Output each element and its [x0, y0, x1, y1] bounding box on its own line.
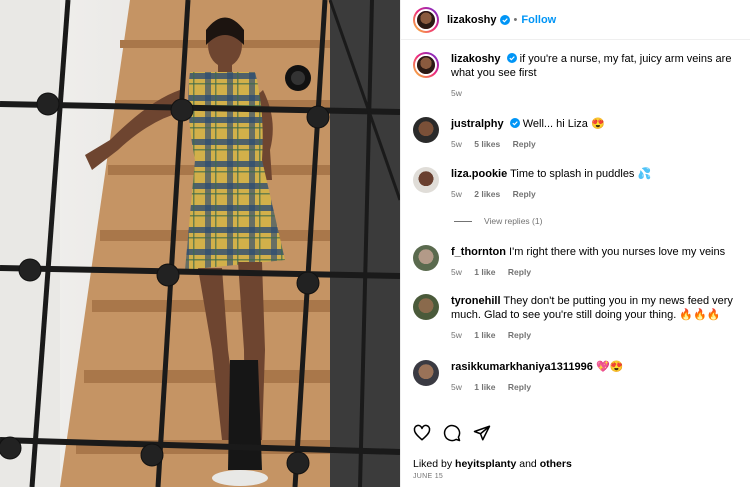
- avatar[interactable]: [413, 52, 439, 78]
- comment-likes[interactable]: 5 likes: [474, 139, 500, 149]
- verified-badge-icon: [506, 53, 517, 63]
- comment-time[interactable]: 5w: [451, 139, 462, 149]
- likes-summary: Liked by heyitsplanty and others: [413, 458, 572, 470]
- comment-username[interactable]: tyronehill: [451, 295, 501, 307]
- photo-illustration: [0, 0, 400, 487]
- liked-and: and: [519, 458, 537, 470]
- post-header: lizakoshy • Follow: [401, 0, 750, 40]
- heart-icon[interactable]: [413, 424, 431, 442]
- comment-likes[interactable]: 2 likes: [474, 189, 500, 199]
- caption: lizakoshy if you're a nurse, my fat, jui…: [413, 52, 736, 100]
- comment-item: justralphy Well... hi Liza 😍 5w 5 likes …: [413, 117, 736, 151]
- action-bar: [413, 424, 491, 442]
- reply-button[interactable]: Reply: [508, 267, 531, 277]
- avatar[interactable]: [413, 294, 439, 320]
- avatar[interactable]: [413, 117, 439, 143]
- reply-button[interactable]: Reply: [513, 139, 536, 149]
- comment-username[interactable]: justralphy: [451, 118, 504, 130]
- avatar[interactable]: [413, 6, 439, 33]
- post-date[interactable]: JUNE 15: [413, 473, 443, 480]
- comments-panel: lizakoshy • Follow lizakoshy if you're a…: [400, 0, 750, 487]
- comment-likes[interactable]: 1 like: [474, 330, 495, 340]
- view-replies-button[interactable]: View replies (1): [454, 216, 542, 226]
- comment-bubble-icon[interactable]: [443, 424, 461, 442]
- liked-user[interactable]: heyitsplanty: [455, 458, 516, 470]
- comment-time[interactable]: 5w: [451, 382, 462, 392]
- comment-item: f_thornton I'm right there with you nurs…: [413, 245, 736, 279]
- comment-item: liza.pookie Time to splash in puddles 💦 …: [413, 167, 736, 201]
- comment-time[interactable]: 5w: [451, 189, 462, 199]
- comment-time[interactable]: 5w: [451, 330, 462, 340]
- comment-time[interactable]: 5w: [451, 267, 462, 277]
- comment-item: tyronehill They don't be putting you in …: [413, 294, 736, 342]
- caption-username[interactable]: lizakoshy: [451, 53, 501, 65]
- view-replies-label: View replies (1): [484, 216, 543, 226]
- avatar[interactable]: [413, 360, 439, 386]
- post-photo[interactable]: [0, 0, 400, 487]
- paper-plane-icon[interactable]: [473, 424, 491, 442]
- comment-text: I'm right there with you nurses love my …: [509, 246, 726, 258]
- liked-prefix: Liked by: [413, 458, 453, 470]
- reply-button[interactable]: Reply: [513, 189, 536, 199]
- post-username[interactable]: lizakoshy: [447, 14, 497, 26]
- comment-username[interactable]: f_thornton: [451, 246, 506, 258]
- verified-badge-icon: [499, 14, 510, 25]
- comment-text: Time to splash in puddles 💦: [510, 168, 652, 180]
- post-dialog: lizakoshy • Follow lizakoshy if you're a…: [0, 0, 750, 487]
- comment-username[interactable]: rasikkumarkhaniya1311996: [451, 361, 593, 373]
- reply-button[interactable]: Reply: [508, 330, 531, 340]
- comment-likes[interactable]: 1 like: [474, 267, 495, 277]
- avatar[interactable]: [413, 245, 439, 271]
- separator: •: [513, 13, 518, 26]
- verified-badge-icon: [509, 118, 520, 128]
- comment-item: rasikkumarkhaniya1311996 💖😍 5w 1 like Re…: [413, 360, 736, 394]
- reply-button[interactable]: Reply: [508, 382, 531, 392]
- comment-likes[interactable]: 1 like: [474, 382, 495, 392]
- comment-text: Well... hi Liza 😍: [522, 118, 605, 130]
- replies-divider: [454, 220, 472, 222]
- follow-button[interactable]: Follow: [521, 14, 556, 26]
- liked-others[interactable]: others: [540, 458, 572, 470]
- comment-text: 💖😍: [595, 361, 624, 373]
- comment-username[interactable]: liza.pookie: [451, 168, 507, 180]
- caption-time[interactable]: 5w: [451, 88, 462, 98]
- avatar[interactable]: [413, 167, 439, 193]
